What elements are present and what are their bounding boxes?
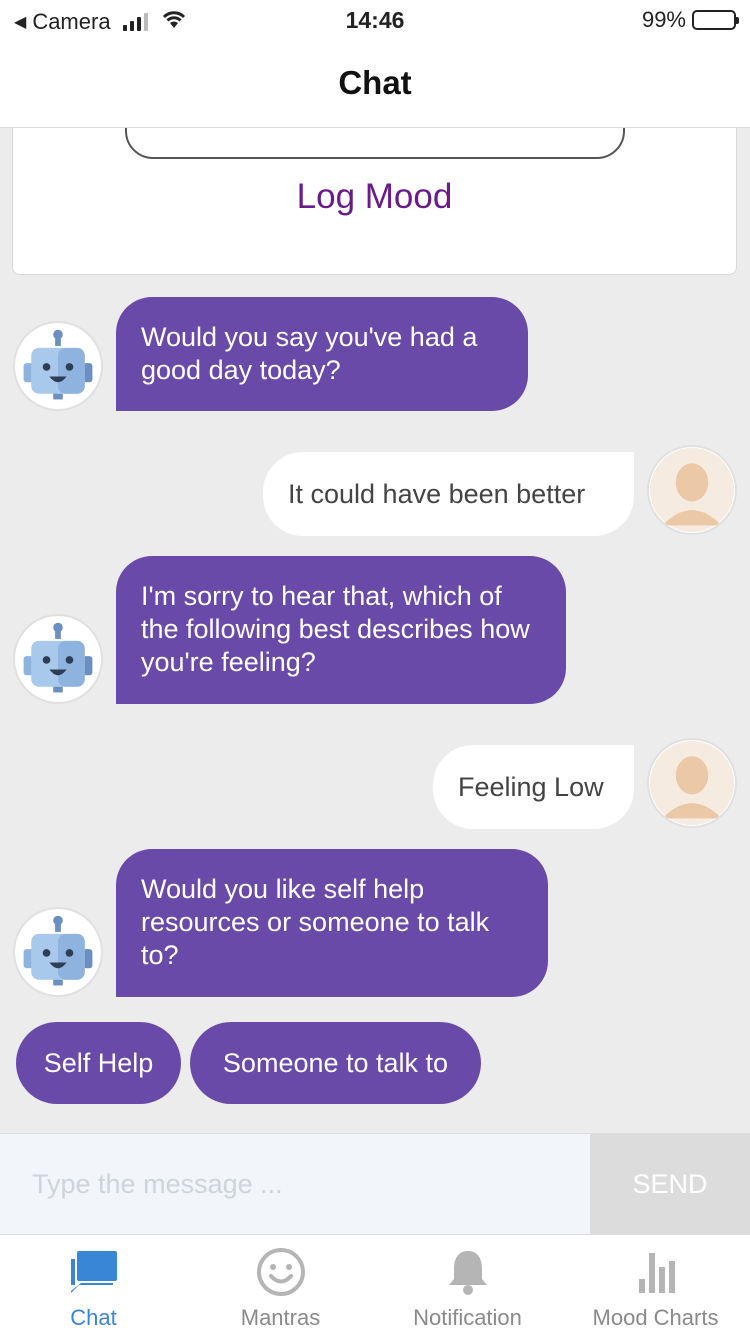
bar-chart-icon (638, 1253, 675, 1293)
status-bar: ◀ Camera 14:46 99% (0, 0, 750, 40)
chat-area[interactable]: Log Mood Would you say you've had a good… (0, 128, 750, 1133)
tab-notification[interactable]: Notification (374, 1235, 561, 1334)
mood-card: Log Mood (12, 128, 737, 275)
log-mood-button[interactable]: Log Mood (13, 177, 736, 217)
user-message: Feeling Low (433, 745, 634, 829)
user-silhouette-icon (649, 740, 735, 826)
page-title: Chat (338, 64, 412, 101)
bot-message: Would you say you've had a good day toda… (116, 297, 528, 411)
nav-bar: Chat (0, 40, 750, 128)
user-silhouette-icon (649, 447, 735, 533)
tab-label: Chat (70, 1305, 117, 1330)
battery-percent: 99% (641, 7, 686, 32)
message-input[interactable] (0, 1134, 590, 1234)
tab-label: Notification (413, 1305, 522, 1330)
bell-icon (448, 1251, 487, 1295)
status-time: 14:46 (345, 7, 405, 33)
bot-message: Would you like self help resources or so… (116, 849, 548, 997)
robot-icon (23, 622, 93, 693)
robot-icon (23, 329, 93, 400)
chat-bubble-icon (70, 1251, 117, 1293)
send-button[interactable]: SEND (590, 1134, 750, 1234)
tab-bar: Chat Mantras Notification Mood Charts (0, 1234, 750, 1334)
someone-to-talk-to-button[interactable]: Someone to talk to (190, 1022, 481, 1104)
bot-message: I'm sorry to hear that, which of the fol… (116, 556, 566, 704)
user-message: It could have been better (263, 452, 634, 536)
user-avatar (647, 445, 737, 535)
tab-mantras[interactable]: Mantras (187, 1235, 374, 1334)
tab-label: Mood Charts (592, 1305, 719, 1330)
tab-chat[interactable]: Chat (0, 1235, 187, 1334)
tab-label: Mantras (240, 1305, 321, 1330)
tab-mood-charts[interactable]: Mood Charts (561, 1235, 750, 1334)
user-avatar (647, 738, 737, 828)
bot-avatar (13, 907, 103, 997)
smiley-icon (256, 1248, 305, 1296)
battery-icon (692, 10, 739, 30)
robot-icon (23, 915, 93, 986)
bot-avatar (13, 614, 103, 704)
status-right: 99% (641, 7, 739, 33)
self-help-button[interactable]: Self Help (16, 1022, 181, 1104)
composer: SEND (0, 1133, 750, 1234)
mood-input[interactable] (125, 128, 625, 159)
bot-avatar (13, 321, 103, 411)
